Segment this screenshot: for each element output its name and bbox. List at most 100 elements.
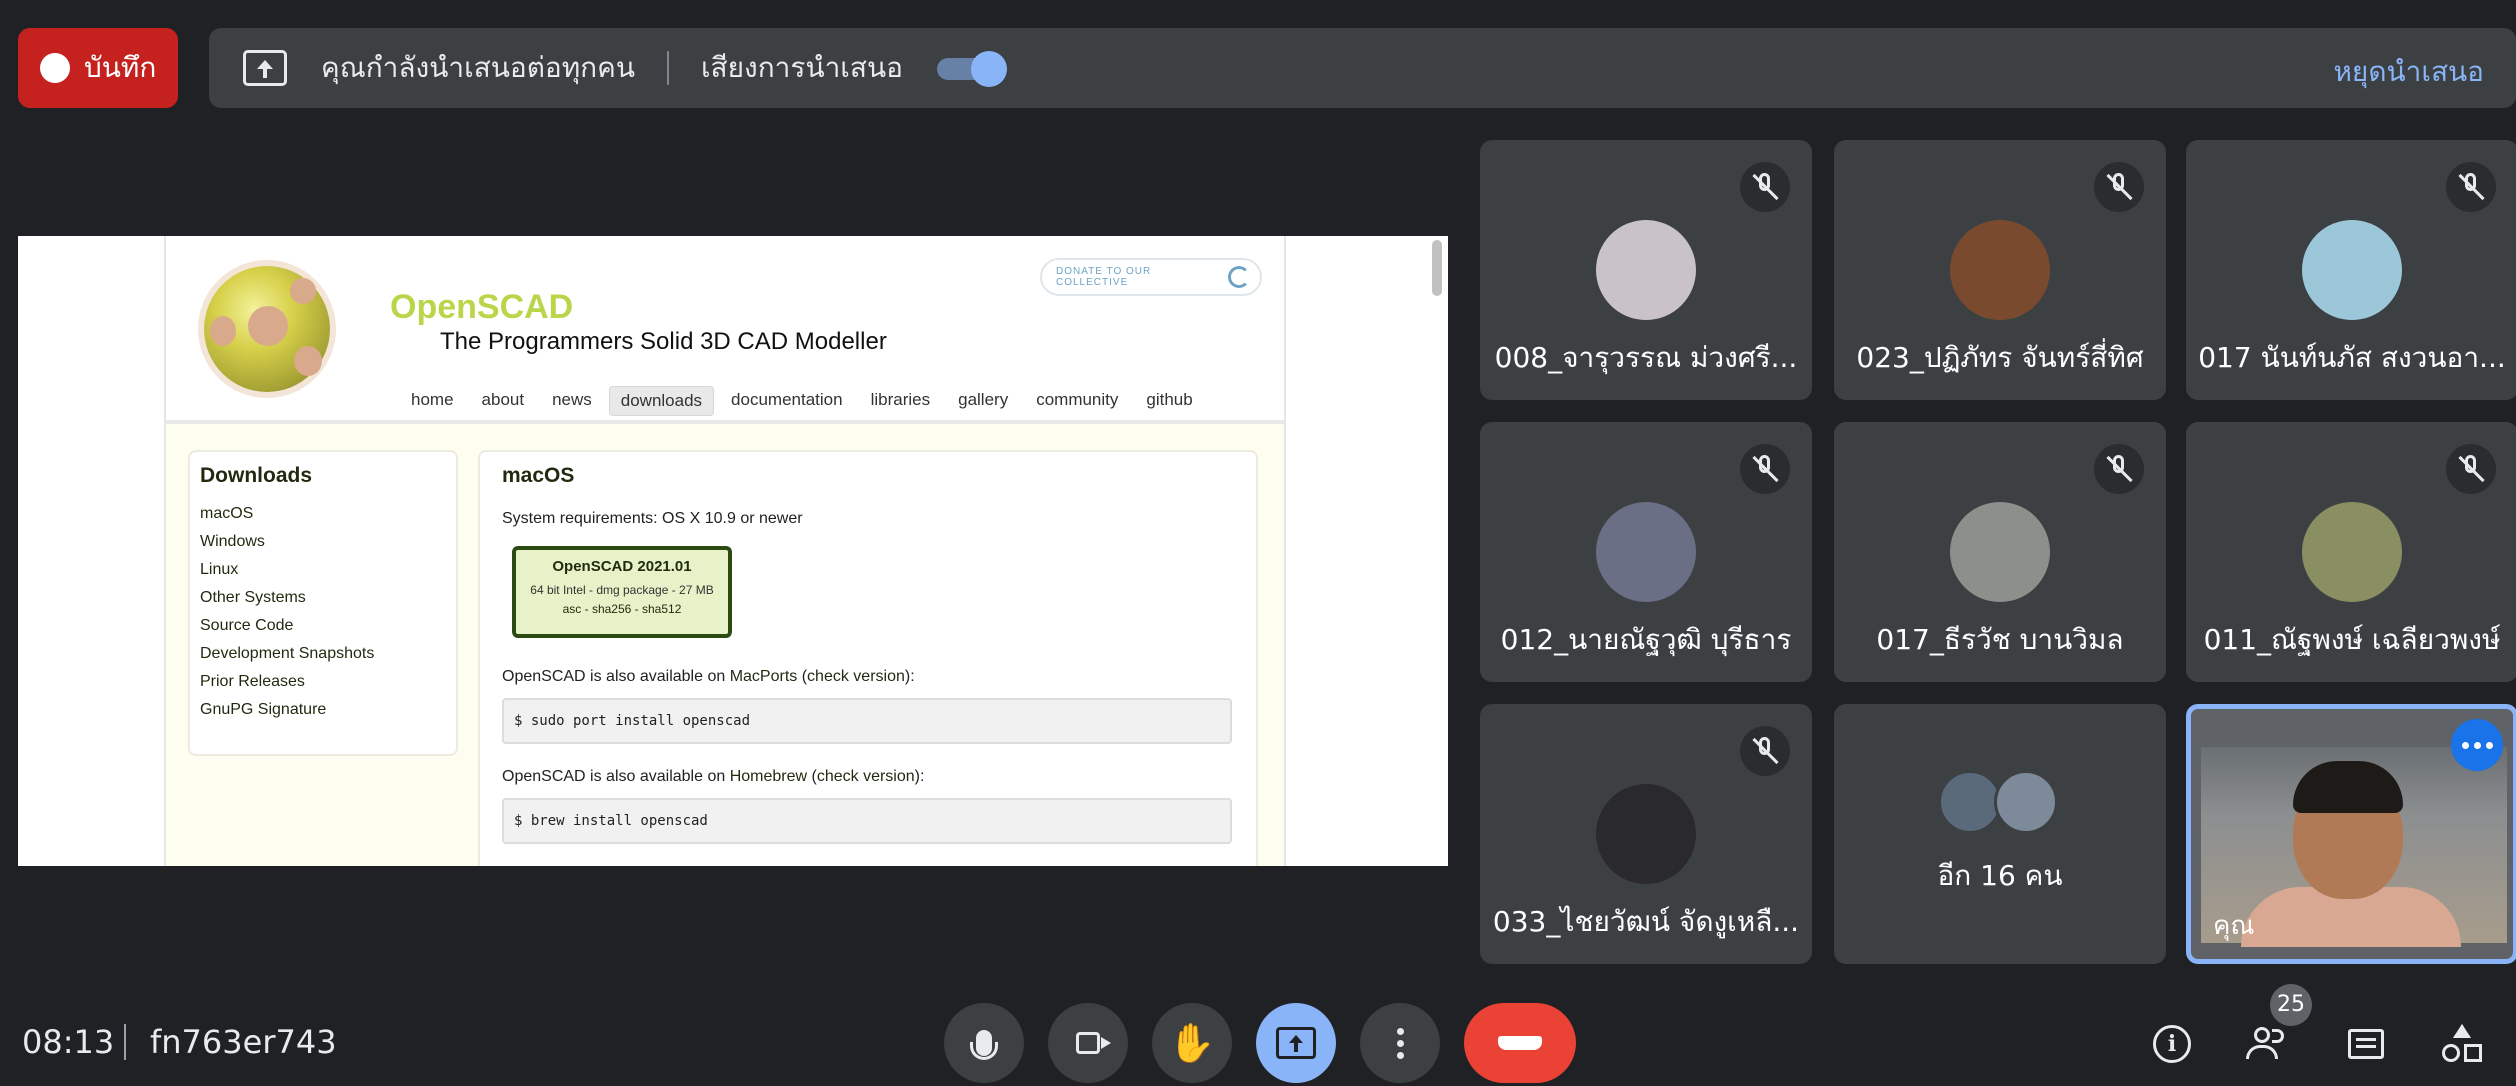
record-dot-icon (40, 53, 70, 83)
sidebar-link-gnupg[interactable]: GnuPG Signature (200, 696, 446, 724)
info-icon: i (2153, 1025, 2191, 1063)
sidebar-link-other-systems[interactable]: Other Systems (200, 584, 446, 612)
leave-call-button[interactable] (1464, 1003, 1576, 1083)
donate-label: DONATE TO OUR COLLECTIVE (1056, 266, 1152, 288)
participant-count-badge: 25 (2270, 984, 2312, 1026)
mic-off-icon (1740, 726, 1790, 776)
meeting-code: fn763er743 (150, 1023, 337, 1061)
chat-button[interactable] (2338, 1016, 2394, 1072)
homebrew-command[interactable]: $ brew install openscad (502, 798, 1232, 844)
nav-documentation[interactable]: documentation (720, 386, 854, 416)
stop-presenting-button[interactable]: หยุดนำเสนอ (2333, 50, 2484, 94)
toggle-knob (970, 51, 1007, 87)
presenting-banner: คุณกำลังนำเสนอต่อทุกคน เสียงการนำเสนอ หย… (209, 28, 2516, 108)
participant-name: 033_ไชยวัฒน์ จัดงูเหลื... (1492, 905, 1800, 938)
nav-downloads[interactable]: downloads (608, 386, 715, 416)
sidebar-link-macos[interactable]: macOS (200, 500, 446, 528)
nav-github[interactable]: github (1135, 386, 1203, 416)
donate-button[interactable]: DONATE TO OUR COLLECTIVE (1040, 258, 1262, 296)
participant-tile[interactable]: 012_นายณัฐวุฒิ บุรีธาร (1480, 422, 1812, 682)
participant-name: 011_ณัฐพงษ์ เฉลียวพงษ์ (2203, 623, 2501, 656)
homebrew-check-link[interactable]: check version (817, 768, 915, 785)
homebrew-link[interactable]: Homebrew (730, 768, 807, 785)
presentation-audio-label: เสียงการนำเสนอ (700, 51, 903, 84)
nav-home[interactable]: home (400, 386, 465, 416)
presentation-audio-toggle[interactable] (936, 51, 1007, 87)
raise-hand-button[interactable]: ✋ (1152, 1003, 1232, 1083)
avatar (2302, 220, 2402, 320)
self-name: คุณ (2213, 911, 2255, 941)
download-desc: 64 bit Intel - dmg package - 27 MB (530, 583, 714, 597)
mic-off-icon (1740, 162, 1790, 212)
more-participants-tile[interactable]: อีก 16 คน (1834, 704, 2166, 964)
site-subtitle: The Programmers Solid 3D CAD Modeller (440, 328, 887, 355)
meeting-time: 08:13 (22, 1023, 115, 1061)
mic-off-icon (2094, 162, 2144, 212)
camera-button[interactable] (1048, 1003, 1128, 1083)
present-icon (1276, 1027, 1316, 1059)
banner-divider (666, 51, 669, 85)
chat-icon (2348, 1029, 2384, 1059)
avatar (1950, 502, 2050, 602)
shared-screen: OpenSCAD The Programmers Solid 3D CAD Mo… (18, 236, 1448, 866)
macports-check-link[interactable]: check version (807, 668, 905, 685)
avatar (1994, 770, 2058, 834)
macports-note: OpenSCAD is also available on MacPorts (… (502, 668, 915, 685)
nav-news[interactable]: news (541, 386, 603, 416)
record-button[interactable]: บันทึก (18, 28, 178, 108)
more-vert-icon (1396, 1027, 1404, 1059)
sidebar-link-source-code[interactable]: Source Code (200, 612, 446, 640)
participant-tile[interactable]: 011_ณัฐพงษ์ เฉลียวพงษ์ (2186, 422, 2516, 682)
section-title: macOS (502, 464, 575, 487)
self-video-tile[interactable]: คุณ (2186, 704, 2516, 964)
people-icon (2246, 1027, 2290, 1061)
activities-button[interactable] (2434, 1016, 2490, 1072)
nav-libraries[interactable]: libraries (860, 386, 942, 416)
nav-gallery[interactable]: gallery (947, 386, 1019, 416)
participant-tile[interactable]: 017 นันท์นภัส สงวนอา... (2186, 140, 2516, 400)
sidebar-link-windows[interactable]: Windows (200, 528, 446, 556)
nav-about[interactable]: about (471, 386, 536, 416)
more-avatars (1938, 770, 2068, 834)
sidebar-link-linux[interactable]: Linux (200, 556, 446, 584)
download-name: OpenSCAD 2021.01 (552, 558, 692, 575)
sidebar-link-dev-snapshots[interactable]: Development Snapshots (200, 640, 446, 668)
opencollective-icon (1228, 266, 1250, 288)
nav-community[interactable]: community (1025, 386, 1129, 416)
sidebar-title: Downloads (200, 464, 313, 487)
site-header: OpenSCAD The Programmers Solid 3D CAD Mo… (166, 236, 1284, 424)
participant-tile[interactable]: 023_ปฏิภัทร จันทร์สี่ทิศ (1834, 140, 2166, 400)
participant-tile[interactable]: 017_ธีรวัช บานวิมล (1834, 422, 2166, 682)
openscad-logo (204, 266, 330, 392)
page-scrollbar[interactable] (1432, 240, 1442, 296)
participant-tile[interactable]: 008_จารุวรรณ ม่วงศรี... (1480, 140, 1812, 400)
participant-name: 012_นายณัฐวุฒิ บุรีธาร (1500, 623, 1792, 656)
mic-off-icon (2446, 162, 2496, 212)
hang-up-icon (1498, 1036, 1542, 1050)
macos-section: macOS System requirements: OS X 10.9 or … (478, 450, 1258, 866)
present-now-button[interactable] (1256, 1003, 1336, 1083)
microphone-icon (970, 1030, 998, 1060)
self-hair (2293, 761, 2403, 813)
meeting-details-button[interactable]: i (2144, 1016, 2200, 1072)
mic-off-icon (1740, 444, 1790, 494)
participant-tile[interactable]: 033_ไชยวัฒน์ จัดงูเหลื... (1480, 704, 1812, 964)
avatar (2302, 502, 2402, 602)
bottom-divider (124, 1024, 126, 1060)
mic-off-icon (2446, 444, 2496, 494)
record-label: บันทึก (84, 51, 157, 84)
downloads-sidebar: Downloads macOS Windows Linux Other Syst… (188, 450, 458, 756)
tile-more-options-button[interactable] (2451, 719, 2503, 771)
download-signatures[interactable]: asc - sha256 - sha512 (516, 602, 728, 616)
mic-off-icon (2094, 444, 2144, 494)
avatar (1596, 220, 1696, 320)
participant-name: 017 นันท์นภัส สงวนอา... (2198, 341, 2506, 374)
openscad-page: OpenSCAD The Programmers Solid 3D CAD Mo… (164, 236, 1286, 866)
sidebar-link-prior-releases[interactable]: Prior Releases (200, 668, 446, 696)
macports-link[interactable]: MacPorts (730, 668, 798, 685)
download-button[interactable]: OpenSCAD 2021.01 64 bit Intel - dmg pack… (512, 546, 732, 638)
microphone-button[interactable] (944, 1003, 1024, 1083)
more-options-button[interactable] (1360, 1003, 1440, 1083)
macports-command[interactable]: $ sudo port install openscad (502, 698, 1232, 744)
homebrew-note: OpenSCAD is also available on Homebrew (… (502, 768, 925, 785)
